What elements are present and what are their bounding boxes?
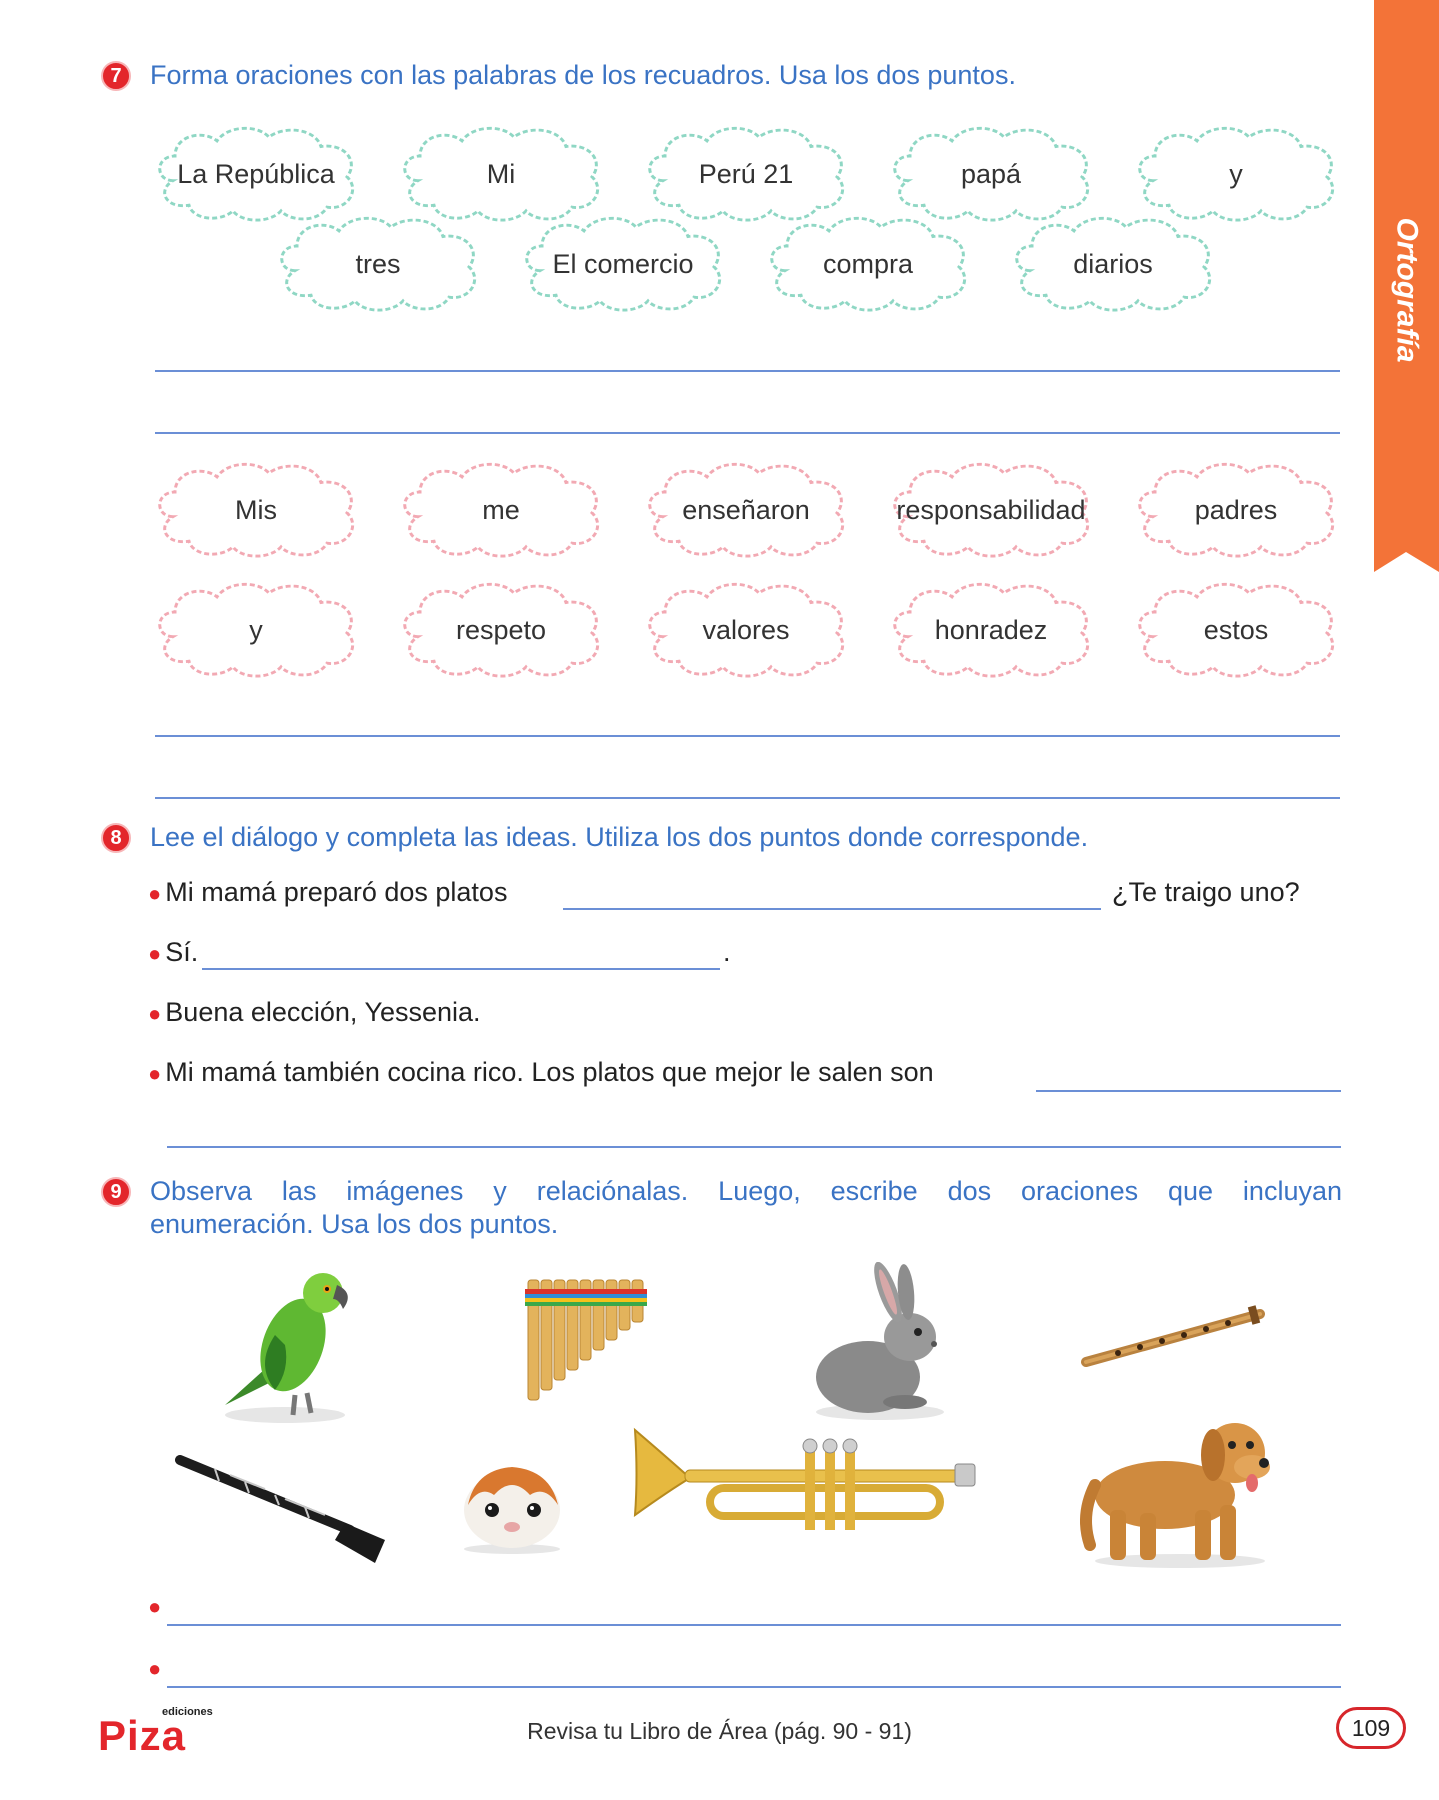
- word-cloud: compra: [763, 212, 973, 316]
- cloud-word: y: [1229, 158, 1243, 189]
- guinea-pig-icon[interactable]: [460, 1455, 565, 1555]
- parrot-icon[interactable]: [215, 1265, 355, 1425]
- cloud-word: estos: [1203, 614, 1269, 645]
- word-cloud: honradez: [886, 578, 1096, 682]
- cloud-word: y: [249, 614, 263, 645]
- word-cloud: y: [151, 578, 361, 682]
- word-cloud: enseñaron: [641, 458, 851, 562]
- word-cloud: respeto: [396, 578, 606, 682]
- dialogue-line-2-end: .: [723, 937, 731, 967]
- cloud-word: Perú 21: [698, 158, 794, 189]
- cloud-word: Mis: [235, 494, 277, 525]
- cloud-word: responsabilidad: [896, 494, 1086, 525]
- word-cloud: Mis: [151, 458, 361, 562]
- dialogue-blank-1[interactable]: [563, 908, 1101, 910]
- cloud-word: El comercio: [552, 248, 694, 279]
- side-tab: Ortografía: [1374, 0, 1439, 572]
- word-cloud: me: [396, 458, 606, 562]
- rabbit-icon[interactable]: [810, 1261, 950, 1422]
- exercise-8-number: 8: [101, 823, 131, 853]
- answer-bullet-1: ●: [148, 1594, 162, 1619]
- answer-bullet-2: ●: [148, 1656, 162, 1681]
- word-cloud: responsabilidad: [886, 458, 1096, 562]
- writing-line[interactable]: [167, 1146, 1341, 1148]
- word-cloud: diarios: [1008, 212, 1218, 316]
- exercise-9-instruction-line2: enumeración. Usa los dos puntos.: [150, 1209, 559, 1239]
- side-tab-label: Ortografía: [1391, 217, 1424, 363]
- word-cloud: El comercio: [518, 212, 728, 316]
- writing-line[interactable]: [155, 432, 1340, 434]
- exercise-7-number: 7: [101, 61, 131, 91]
- cloud-word: Mi: [486, 158, 516, 189]
- dog-icon[interactable]: [1080, 1405, 1275, 1570]
- word-cloud: Mi: [396, 122, 606, 226]
- clarinet-icon[interactable]: [175, 1455, 390, 1565]
- exercise-9-instruction-line1: Observa las imágenes y relaciónalas. Lue…: [150, 1176, 1342, 1206]
- cloud-word: diarios: [1073, 248, 1153, 279]
- dialogue-line-3: ● Buena elección, Yessenia.: [148, 997, 481, 1027]
- cloud-word: me: [482, 494, 520, 525]
- word-cloud: La República: [151, 122, 361, 226]
- writing-line[interactable]: [155, 735, 1340, 737]
- exercise-7-instruction: Forma oraciones con las palabras de los …: [150, 60, 1016, 90]
- cloud-word: valores: [702, 614, 790, 645]
- page-number: 109: [1336, 1707, 1406, 1749]
- trumpet-icon[interactable]: [630, 1420, 980, 1540]
- writing-line[interactable]: [155, 797, 1340, 799]
- dialogue-blank-4[interactable]: [1036, 1090, 1341, 1092]
- cloud-word: tres: [355, 248, 401, 279]
- writing-line[interactable]: [155, 370, 1340, 372]
- answer-line-2[interactable]: [167, 1686, 1341, 1688]
- dialogue-line-2: ● Sí.: [148, 937, 199, 967]
- cloud-word: honradez: [934, 614, 1048, 645]
- word-cloud: estos: [1131, 578, 1341, 682]
- dialogue-line-1: ● Mi mamá preparó dos platos: [148, 877, 508, 907]
- exercise-8-instruction: Lee el diálogo y completa las ideas. Uti…: [150, 822, 1089, 852]
- answer-line-1[interactable]: [167, 1624, 1341, 1626]
- cloud-word: La República: [177, 158, 335, 189]
- exercise-9-number: 9: [101, 1177, 131, 1207]
- panpipe-icon[interactable]: [525, 1275, 650, 1405]
- dialogue-line-4: ● Mi mamá también cocina rico. Los platos…: [148, 1057, 934, 1087]
- footer-review-text: Revisa tu Libro de Área (pág. 90 - 91): [527, 1718, 912, 1744]
- cloud-word: padres: [1194, 494, 1278, 525]
- word-cloud: padres: [1131, 458, 1341, 562]
- word-cloud: y: [1131, 122, 1341, 226]
- cloud-word: respeto: [455, 614, 547, 645]
- cloud-word: enseñaron: [682, 494, 810, 525]
- dialogue-line-1-end: ¿Te traigo uno?: [1112, 877, 1300, 907]
- cloud-word: compra: [822, 248, 914, 279]
- word-cloud: valores: [641, 578, 851, 682]
- word-cloud: Perú 21: [641, 122, 851, 226]
- word-cloud: papá: [886, 122, 1096, 226]
- cloud-word: papá: [960, 158, 1022, 189]
- word-cloud: tres: [273, 212, 483, 316]
- flute-icon[interactable]: [1078, 1302, 1268, 1372]
- dialogue-blank-2[interactable]: [202, 968, 720, 970]
